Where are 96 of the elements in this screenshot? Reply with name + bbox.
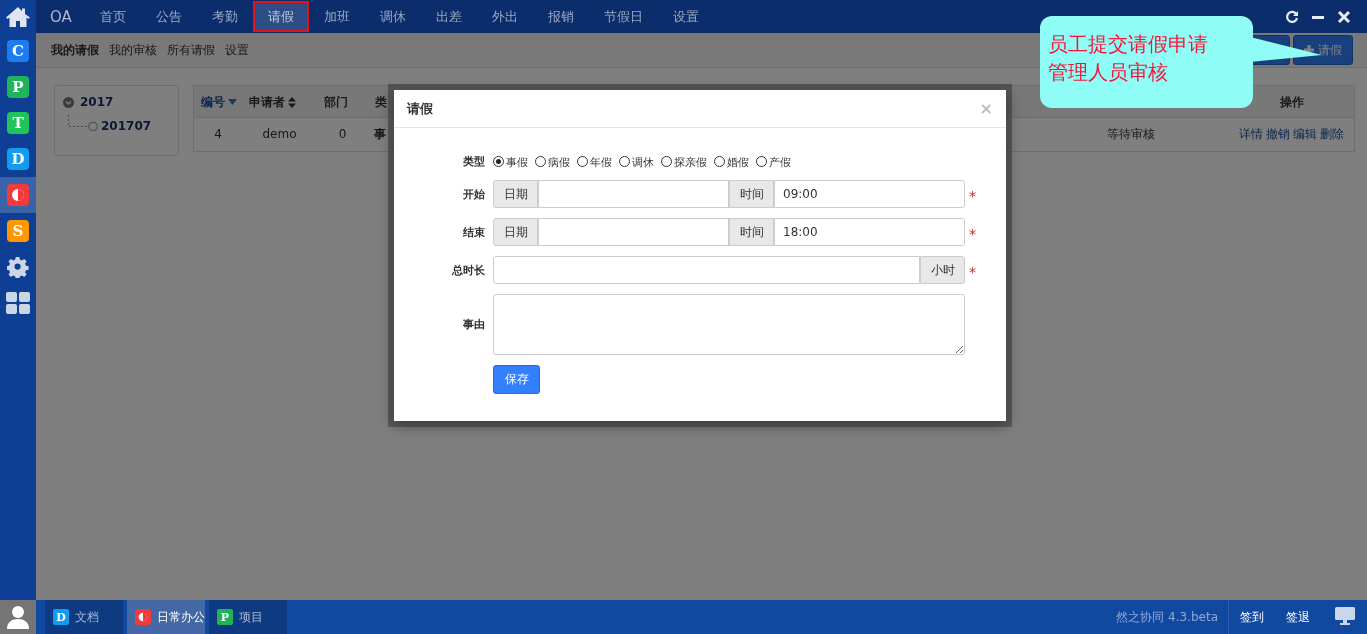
taskbar-item[interactable]: D 文档 xyxy=(45,600,123,634)
nav-tab[interactable]: 公告 xyxy=(140,1,197,32)
sub-nav-link[interactable]: 设置 xyxy=(225,41,249,59)
form-label: 事由 xyxy=(462,317,486,332)
column-header[interactable]: 部门 xyxy=(324,93,348,111)
brand-label[interactable]: OA xyxy=(36,7,85,26)
refresh-icon[interactable] xyxy=(1285,9,1299,24)
input-addon: 时间 xyxy=(729,180,774,208)
column-header[interactable]: 编号 xyxy=(201,93,225,111)
column-header[interactable]: 类 xyxy=(375,93,387,111)
close-icon[interactable] xyxy=(1337,9,1351,24)
sidebar-item[interactable] xyxy=(0,177,36,213)
action-link[interactable]: 编辑 xyxy=(1293,125,1317,143)
radio-label: 调休 xyxy=(632,155,654,170)
form-label: 结束 xyxy=(462,224,486,240)
time-field[interactable]: 18:00 xyxy=(774,218,965,246)
input-addon: 小时 xyxy=(920,256,965,284)
nav-tab[interactable]: 调休 xyxy=(364,1,421,32)
app-icon[interactable]: P xyxy=(217,609,233,625)
collapse-icon[interactable] xyxy=(63,96,74,108)
sort-icon[interactable] xyxy=(288,96,296,108)
half-circle-app-icon[interactable] xyxy=(7,184,29,206)
status-cell: 等待审核 xyxy=(1107,125,1155,143)
radio-label: 事假 xyxy=(506,155,528,170)
nav-tab[interactable]: 外出 xyxy=(476,1,533,32)
radio-label: 病假 xyxy=(548,155,570,170)
form-label: 开始 xyxy=(462,186,486,202)
app-icon[interactable]: D xyxy=(53,609,69,625)
app-icon[interactable]: C xyxy=(7,40,29,62)
half-circle-app-icon[interactable] xyxy=(135,609,151,625)
sort-descending-icon[interactable] xyxy=(228,99,237,105)
nav-tab[interactable]: 报销 xyxy=(532,1,589,32)
dialog-title: 请假 xyxy=(407,99,433,118)
table-cell: demo xyxy=(262,127,297,141)
app-icon[interactable]: D xyxy=(7,148,29,170)
required-mark: * xyxy=(968,186,977,204)
input-addon: 日期 xyxy=(493,180,538,208)
monitor-icon[interactable] xyxy=(1335,606,1355,625)
action-link[interactable]: 详情 xyxy=(1239,125,1263,143)
required-mark: * xyxy=(968,224,977,242)
table-cell: 事 xyxy=(374,125,386,143)
app-icon[interactable]: T xyxy=(7,112,29,134)
callout-text: 管理人员审核 xyxy=(1048,59,1169,85)
nav-tab[interactable]: 设置 xyxy=(657,1,714,32)
nav-tab[interactable]: 首页 xyxy=(84,1,141,32)
sidebar-item[interactable]: D xyxy=(0,141,36,177)
taskbar-link[interactable]: 签到 xyxy=(1229,608,1275,626)
nav-tab[interactable]: 考勤 xyxy=(196,1,253,32)
tree-node[interactable]: 201707 xyxy=(101,115,152,133)
radio-label: 婚假 xyxy=(727,155,749,170)
sub-nav-link[interactable]: 所有请假 xyxy=(167,41,215,59)
nav-tab[interactable]: 加班 xyxy=(308,1,365,32)
duration-field[interactable] xyxy=(493,256,920,284)
time-field[interactable]: 09:00 xyxy=(774,180,965,208)
save-button[interactable]: 保存 xyxy=(493,365,540,394)
add-leave-button[interactable]: 请假 xyxy=(1293,35,1353,65)
form-label: 总时长 xyxy=(450,262,486,278)
sidebar-item[interactable]: T xyxy=(0,105,36,141)
callout-text: 员工提交请假申请 xyxy=(1048,31,1209,57)
nav-tab[interactable]: 出差 xyxy=(420,1,477,32)
table-cell: 4 xyxy=(214,127,222,141)
taskbar-link[interactable]: 签退 xyxy=(1275,608,1321,626)
required-mark: * xyxy=(968,262,977,280)
taskbar-item[interactable]: 日常办公 xyxy=(127,600,205,634)
date-field[interactable] xyxy=(538,218,729,246)
input-addon: 日期 xyxy=(493,218,538,246)
tree-node[interactable]: 2017 xyxy=(80,95,114,109)
input-addon: 时间 xyxy=(729,218,774,246)
nav-tab[interactable]: 请假 xyxy=(252,1,309,32)
apps-grid-icon[interactable] xyxy=(6,292,30,314)
sidebar-item[interactable]: C xyxy=(0,33,36,69)
form-label: 类型 xyxy=(462,153,486,169)
sidebar-item[interactable]: P xyxy=(0,69,36,105)
action-link[interactable]: 删除 xyxy=(1320,125,1344,143)
app-icon[interactable]: S xyxy=(7,220,29,242)
date-field[interactable] xyxy=(538,180,729,208)
tree-connector xyxy=(68,115,98,131)
radio-label: 产假 xyxy=(769,155,791,170)
radio-label: 探亲假 xyxy=(674,155,707,170)
app-icon[interactable]: P xyxy=(7,76,29,98)
sidebar-item[interactable]: S xyxy=(0,213,36,249)
radio-label: 年假 xyxy=(590,155,612,170)
home-icon[interactable] xyxy=(6,5,30,28)
taskbar-item[interactable]: P 项目 xyxy=(209,600,287,634)
user-avatar-icon[interactable] xyxy=(7,605,29,629)
sub-nav-link[interactable]: 我的审核 xyxy=(109,41,157,59)
version-label: 然之协同 4.3.beta xyxy=(1116,600,1229,634)
nav-tab[interactable]: 节假日 xyxy=(588,1,658,32)
table-cell: 0 xyxy=(338,127,347,141)
plus-icon xyxy=(1304,45,1314,55)
column-header[interactable]: 申请者 xyxy=(249,93,285,111)
action-link[interactable]: 撤销 xyxy=(1266,125,1290,143)
sub-nav-link[interactable]: 我的请假 xyxy=(51,41,99,59)
reason-field[interactable] xyxy=(493,294,965,355)
column-header: 操作 xyxy=(1279,93,1304,111)
settings-icon[interactable] xyxy=(7,256,29,278)
